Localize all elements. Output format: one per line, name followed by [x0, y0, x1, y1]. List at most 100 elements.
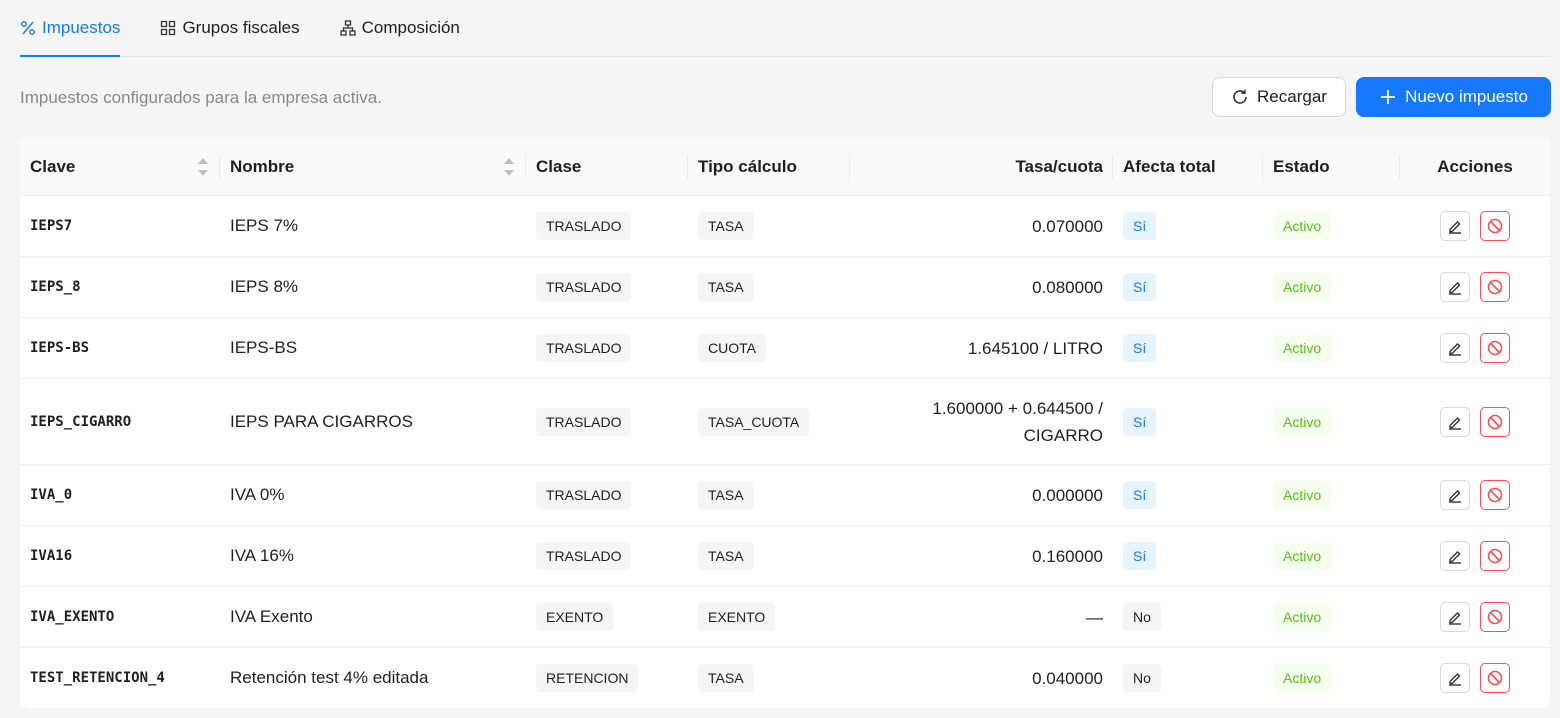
afecta-tag: Sí	[1123, 212, 1157, 240]
edit-button[interactable]	[1440, 602, 1470, 632]
tipo-tag: EXENTO	[698, 603, 776, 631]
tab-impuestos[interactable]: Impuestos	[20, 0, 121, 57]
status-badge: Activo	[1273, 664, 1332, 692]
status-badge: Activo	[1273, 334, 1332, 362]
edit-icon	[1449, 612, 1461, 625]
stop-icon	[1487, 340, 1503, 356]
status-badge: Activo	[1273, 542, 1332, 570]
status-badge: Activo	[1273, 407, 1332, 436]
edit-button[interactable]	[1440, 480, 1470, 510]
status-badge: Activo	[1273, 603, 1332, 631]
col-header-nombre[interactable]: Nombre	[220, 137, 526, 196]
col-header-afecta: Afecta total	[1113, 137, 1263, 196]
clave-cell: IVA16	[30, 548, 73, 564]
stop-icon	[1487, 279, 1503, 295]
afecta-tag: No	[1123, 664, 1161, 692]
edit-icon	[1449, 673, 1461, 686]
col-header-tasa: Tasa/cuota	[850, 137, 1113, 196]
deactivate-button[interactable]	[1480, 663, 1510, 693]
table-row: IEPS-BS IEPS-BS TRASLADO CUOTA 1.645100 / LI…	[20, 318, 1550, 379]
clave-cell: IEPS-BS	[30, 340, 90, 356]
reload-icon	[1231, 88, 1249, 106]
edit-icon	[1449, 490, 1461, 503]
status-badge: Activo	[1273, 481, 1332, 509]
edit-button[interactable]	[1440, 211, 1470, 241]
new-tax-button[interactable]: Nuevo impuesto	[1356, 77, 1551, 117]
tipo-tag: CUOTA	[698, 334, 766, 362]
tasa-cell-line1: —	[1086, 607, 1103, 627]
plus-icon	[1379, 88, 1397, 106]
col-header-estado: Estado	[1263, 137, 1400, 196]
edit-button[interactable]	[1440, 406, 1470, 437]
deactivate-button[interactable]	[1480, 272, 1510, 302]
edit-button[interactable]	[1440, 541, 1470, 571]
tasa-cell: 1.645100 / LITRO	[968, 335, 1103, 362]
table-row: TEST_RETENCION_4 Retención test 4% editad…	[20, 648, 1550, 708]
table-header: Clave Nombre Clase Tipo cálculo Tasa/cuo…	[20, 137, 1550, 196]
clase-tag: RETENCION	[536, 664, 639, 692]
tasa-cell: 1.600000 + 0.644500 / CIGARRO	[932, 395, 1103, 449]
tasa-cell-line2: CIGARRO	[1023, 425, 1103, 445]
deactivate-button[interactable]	[1480, 333, 1510, 363]
clave-cell: IEPS_CIGARRO	[30, 413, 132, 430]
clase-tag: TRASLADO	[536, 481, 632, 509]
col-header-acciones: Acciones	[1400, 137, 1550, 196]
tasa-cell: 0.080000	[1032, 274, 1103, 301]
deactivate-button[interactable]	[1480, 541, 1510, 571]
taxes-table: Clave Nombre Clase Tipo cálculo Tasa/cuo…	[20, 137, 1550, 708]
edit-icon	[1449, 416, 1461, 430]
tipo-tag: TASA	[698, 273, 754, 301]
tipo-tag: TASA	[698, 542, 754, 570]
clase-tag: TRASLADO	[536, 334, 632, 362]
edit-button[interactable]	[1440, 333, 1470, 363]
tab-label: Grupos fiscales	[182, 17, 300, 37]
sort-icon[interactable]	[198, 158, 208, 176]
tasa-cell: —	[1086, 604, 1103, 631]
clave-cell: IEPS_8	[30, 279, 81, 295]
edit-button[interactable]	[1440, 272, 1470, 302]
afecta-tag: No	[1123, 603, 1161, 631]
edit-icon	[1449, 343, 1461, 356]
edit-icon	[1449, 551, 1461, 564]
reload-label: Recargar	[1257, 87, 1327, 106]
status-badge: Activo	[1273, 273, 1332, 301]
clave-cell: IVA_0	[30, 487, 73, 503]
grid-icon	[160, 20, 176, 36]
deactivate-button[interactable]	[1480, 406, 1510, 437]
tab-bar: Impuestos Grupos fiscales Composición	[20, 0, 1550, 57]
nombre-cell: IEPS 8%	[230, 277, 299, 296]
tipo-tag: TASA	[698, 212, 754, 240]
table-row: IEPS_CIGARRO IEPS PARA CIGARROS TRASLADO TA…	[20, 379, 1550, 465]
stop-icon	[1487, 414, 1503, 429]
tab-label: Composición	[361, 17, 460, 37]
tasa-cell: 0.070000	[1032, 213, 1103, 240]
sort-icon[interactable]	[504, 158, 514, 176]
deactivate-button[interactable]	[1480, 211, 1510, 241]
clase-tag: TRASLADO	[536, 542, 632, 570]
stop-icon	[1487, 218, 1503, 234]
tab-composicion[interactable]: Composición	[339, 0, 460, 56]
deactivate-button[interactable]	[1480, 602, 1510, 632]
tipo-tag: TASA	[698, 664, 754, 692]
deactivate-button[interactable]	[1480, 480, 1510, 510]
reload-button[interactable]: Recargar	[1212, 77, 1346, 117]
col-header-label: Clase	[536, 156, 582, 176]
clase-tag: TRASLADO	[536, 212, 632, 240]
nombre-cell: IVA 0%	[230, 485, 285, 504]
tasa-cell-line1: 0.160000	[1032, 546, 1103, 566]
col-header-label: Nombre	[230, 156, 295, 176]
status-badge: Activo	[1273, 212, 1332, 240]
afecta-tag: Sí	[1123, 542, 1157, 570]
tab-label: Impuestos	[42, 17, 121, 37]
col-header-label: Estado	[1273, 156, 1330, 176]
table-row: IEPS7 IEPS 7% TRASLADO TASA 0.070000 Sí Activo	[20, 196, 1550, 257]
tab-grupos-fiscales[interactable]: Grupos fiscales	[160, 0, 300, 56]
col-header-label: Tasa/cuota	[1015, 156, 1103, 176]
table-row: IVA_EXENTO IVA Exento EXENTO EXENTO — No Activ…	[20, 587, 1550, 648]
edit-button[interactable]	[1440, 663, 1470, 693]
tasa-cell: 0.040000	[1032, 665, 1103, 692]
col-header-clave[interactable]: Clave	[20, 137, 220, 196]
percent-icon	[20, 20, 36, 36]
col-header-label: Afecta total	[1123, 156, 1216, 176]
tasa-cell: 0.000000	[1032, 482, 1103, 509]
